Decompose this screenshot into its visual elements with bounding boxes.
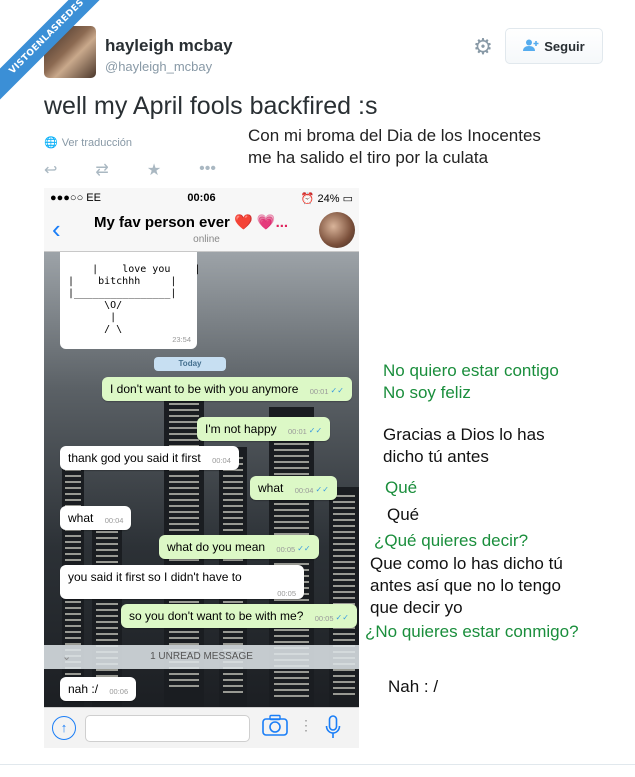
translation-text: Qué — [387, 505, 420, 524]
message-time: 00:04 — [294, 486, 314, 495]
message-text: what do you mean — [167, 540, 266, 554]
translation-text: Gracias a Dios lo has — [383, 425, 545, 444]
battery-percent: 24% — [317, 192, 340, 205]
unread-label: 1 UNREAD MESSAGE — [150, 651, 253, 662]
message-incoming[interactable]: nah :/ 00:06 — [60, 677, 137, 701]
message-outgoing[interactable]: so you don't want to be with me? 00:05 ✓✓ — [121, 604, 357, 628]
user-handle[interactable]: @hayleigh_mcbay — [105, 59, 212, 74]
message-text: I'm not happy — [205, 422, 277, 436]
message-input[interactable] — [85, 715, 250, 742]
ascii-art-text: | love you | | bitchhh | |______________… — [68, 264, 201, 335]
tweet-actions: ↩ ⇄ ★ ••• — [44, 160, 216, 180]
favorite-icon[interactable]: ★ — [147, 160, 161, 180]
translation-text: que decir yo — [370, 598, 463, 617]
message-text: what — [68, 511, 94, 525]
message-text: so you don't want to be with me? — [129, 609, 304, 623]
message-text: you said it first so I didn't have to — [68, 570, 242, 584]
message-outgoing[interactable]: what do you mean 00:05 ✓✓ — [159, 535, 319, 559]
message-time: 00:01 — [288, 427, 307, 436]
carrier-label: ●●●○○ EE — [50, 192, 101, 204]
contact-avatar[interactable] — [319, 212, 355, 248]
chat-title[interactable]: My fav person ever ❤️ 💗... — [94, 213, 288, 231]
message-outgoing[interactable]: I'm not happy 00:01 ✓✓ — [197, 417, 331, 441]
tweet-text: well my April fools backfired :s — [44, 92, 378, 120]
chat-status: online — [193, 234, 220, 245]
translation-text: ¿Qué quieres decir? — [374, 531, 529, 550]
message-time: 00:01 — [309, 387, 329, 396]
message-time: 00:05 — [276, 545, 296, 554]
camera-icon[interactable] — [262, 714, 288, 740]
message-time: 00:05 — [277, 589, 296, 598]
translation-text: Que como lo has dicho tú — [370, 554, 563, 573]
read-ticks-icon: ✓✓ — [308, 426, 323, 435]
translation-text: No soy feliz — [383, 383, 471, 402]
more-icon[interactable]: ••• — [199, 160, 216, 180]
globe-icon: 🌐 — [44, 137, 58, 149]
message-outgoing[interactable]: I don't want to be with you anymore 00:0… — [102, 377, 352, 401]
phone-screenshot: ●●●○○ EE 00:06 ⏰ 24% ▭ ‹ My fav person e… — [44, 188, 359, 748]
message-text: nah :/ — [68, 682, 99, 696]
caption-line: Con mi broma del Dia de los Inocentes — [248, 126, 541, 145]
message-time: 23:54 — [172, 335, 191, 344]
translate-link[interactable]: 🌐 Ver traducción — [44, 136, 133, 150]
message-time: 00:06 — [109, 687, 129, 696]
add-user-icon — [523, 38, 539, 54]
translation-text: Nah : / — [388, 677, 439, 696]
follow-label: Seguir — [544, 38, 585, 54]
read-ticks-icon: ✓✓ — [335, 613, 349, 622]
gear-icon[interactable]: ⚙ — [470, 34, 496, 60]
message-time: 00:04 — [104, 516, 124, 525]
divider — [0, 764, 635, 765]
date-divider: Today — [154, 357, 226, 371]
message-text: what — [258, 481, 284, 495]
translate-label: Ver traducción — [61, 136, 133, 149]
message-time: 00:04 — [212, 456, 231, 465]
chevron-down-icon: ⌄ — [62, 651, 72, 663]
translation-text: dicho tú antes — [383, 447, 489, 466]
message-input-bar: ↑ ⋮ — [44, 707, 359, 748]
share-upload-icon[interactable]: ↑ — [52, 716, 76, 740]
retweet-icon[interactable]: ⇄ — [95, 160, 108, 180]
more-options-icon[interactable]: ⋮ — [299, 717, 313, 734]
read-ticks-icon: ✓✓ — [315, 485, 329, 494]
message-text: I don't want to be with you anymore — [110, 382, 299, 396]
follow-button[interactable]: Seguir — [505, 28, 603, 64]
user-name[interactable]: hayleigh mcbay — [105, 36, 233, 56]
translation-text: antes así que no lo tengo — [370, 576, 561, 595]
chat-title-emoji: ❤️ 💗... — [234, 214, 289, 231]
chat-title-text: My fav person ever — [94, 214, 230, 231]
chat-header: ‹ My fav person ever ❤️ 💗... online — [44, 208, 359, 252]
translation-text: ¿No quieres estar conmigo? — [365, 622, 579, 641]
alarm-icon: ⏰ — [300, 192, 315, 205]
translation-text: No quiero estar contigo — [383, 361, 559, 380]
ascii-art-message[interactable]: | love you | | bitchhh | |______________… — [60, 252, 201, 349]
caption-translation: Con mi broma del Dia de los Inocentes me… — [248, 125, 541, 169]
read-ticks-icon: ✓✓ — [330, 386, 344, 395]
message-outgoing[interactable]: what 00:04 ✓✓ — [250, 476, 337, 500]
read-ticks-icon: ✓✓ — [297, 544, 311, 553]
message-time: 00:05 — [314, 614, 334, 623]
battery-icon: ▭ — [342, 192, 353, 205]
reply-icon[interactable]: ↩ — [44, 160, 57, 180]
unread-divider[interactable]: ⌄ 1 UNREAD MESSAGE — [44, 645, 359, 669]
message-text: thank god you said it first — [68, 451, 201, 465]
clock: 00:06 — [187, 192, 216, 204]
battery-indicator: ⏰ 24% ▭ — [252, 192, 353, 205]
microphone-icon[interactable] — [325, 715, 341, 741]
status-bar: ●●●○○ EE 00:06 ⏰ 24% ▭ — [44, 188, 359, 208]
message-incoming[interactable]: what 00:04 — [60, 506, 132, 530]
message-incoming[interactable]: you said it first so I didn't have to 00… — [60, 565, 304, 599]
message-incoming[interactable]: thank god you said it first 00:04 — [60, 446, 239, 470]
translation-text: Qué — [385, 478, 418, 497]
caption-line: me ha salido el tiro por la culata — [248, 148, 489, 167]
